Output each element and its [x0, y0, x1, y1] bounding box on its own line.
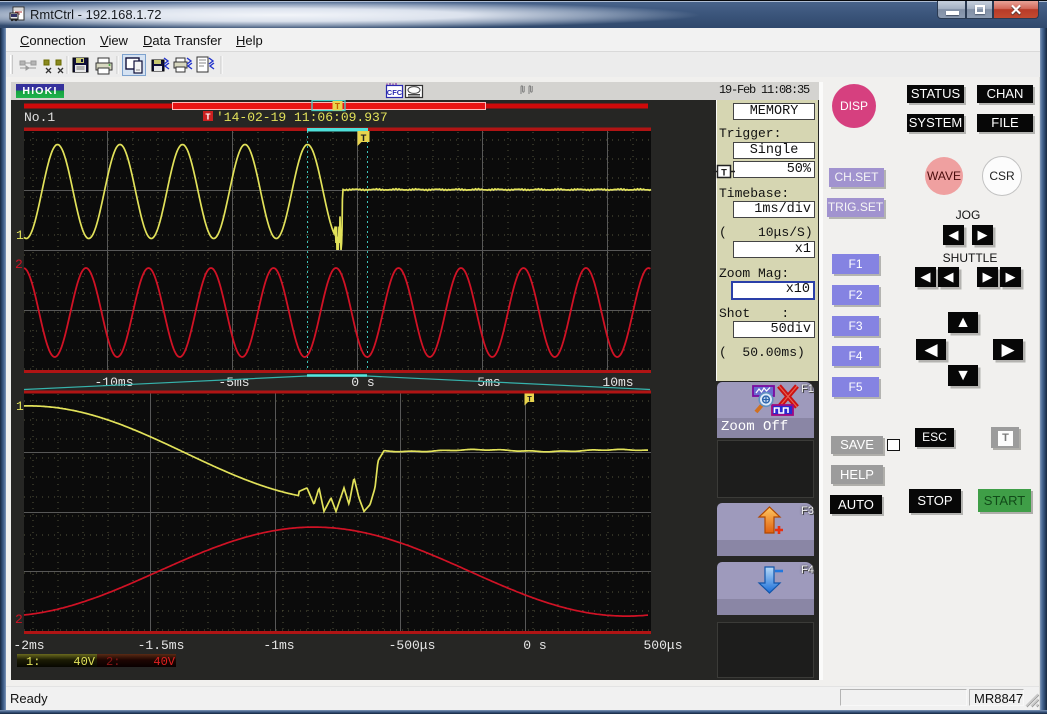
svg-text:'14-02-19 11:06:09.937: '14-02-19 11:06:09.937 [216, 110, 388, 125]
svg-text:2:: 2: [106, 655, 120, 669]
svg-text:-1.5ms: -1.5ms [138, 638, 185, 653]
svg-text:-2ms: -2ms [13, 638, 44, 653]
svg-text:CFC: CFC [387, 88, 403, 97]
svg-text:-1ms: -1ms [263, 638, 294, 653]
svg-text:0 s: 0 s [351, 375, 374, 390]
svg-text:-10ms: -10ms [94, 375, 133, 390]
svg-text:T: T [527, 396, 532, 405]
svg-text:1:: 1: [26, 655, 40, 669]
svg-text:T: T [360, 134, 366, 145]
svg-text:0 s: 0 s [523, 638, 546, 653]
svg-text:2: 2 [15, 612, 23, 627]
svg-text:1: 1 [16, 228, 24, 243]
svg-text:500μs: 500μs [643, 638, 682, 653]
svg-text:-5ms: -5ms [218, 375, 249, 390]
svg-text:40V: 40V [153, 655, 175, 669]
svg-text:2: 2 [15, 257, 23, 272]
svg-text:T: T [721, 169, 727, 180]
svg-text:1: 1 [16, 399, 24, 414]
svg-text:No.1: No.1 [24, 110, 55, 125]
svg-text:T: T [205, 113, 211, 123]
svg-text:-500μs: -500μs [389, 638, 436, 653]
svg-text:40V: 40V [73, 655, 95, 669]
